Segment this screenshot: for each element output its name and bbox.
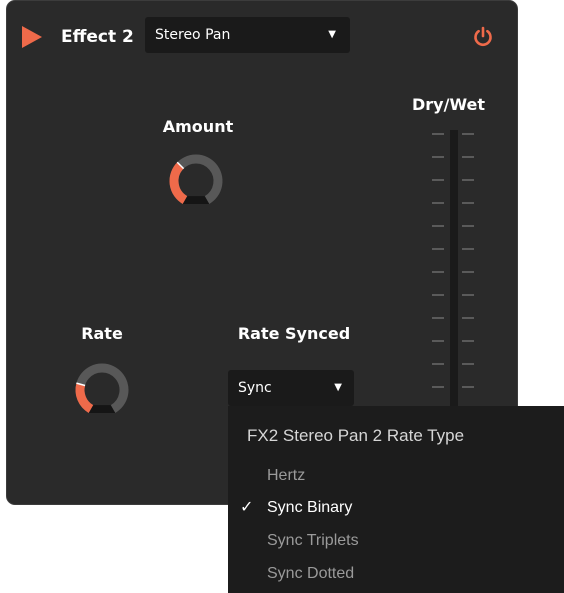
rate-type-value: Sync <box>238 380 272 396</box>
checkmark-icon: ✓ <box>240 499 254 516</box>
effect-type-value: Stereo Pan <box>155 27 231 43</box>
effect-type-select[interactable]: Stereo Pan ▼ <box>145 17 350 53</box>
menu-item-label: Sync Dotted <box>267 565 355 582</box>
knob-value-arc <box>75 383 94 413</box>
rate-synced-label: Rate Synced <box>237 324 351 343</box>
menu-item-sync-triplets[interactable]: Sync Triplets <box>228 526 564 556</box>
dry-wet-track <box>450 130 458 414</box>
menu-item-sync-binary[interactable]: ✓ Sync Binary <box>228 493 564 523</box>
amount-label: Amount <box>162 117 234 136</box>
menu-item-hertz[interactable]: Hertz <box>228 461 564 491</box>
rate-label: Rate <box>81 324 123 343</box>
rate-type-select[interactable]: Sync ▼ <box>228 370 354 406</box>
dropdown-title: FX2 Stereo Pan 2 Rate Type <box>247 426 465 445</box>
dry-wet-label: Dry/Wet <box>412 95 486 114</box>
rate-knob[interactable] <box>70 358 134 422</box>
menu-item-label: Hertz <box>267 467 306 484</box>
play-triangle-icon[interactable] <box>22 26 42 48</box>
dry-wet-slider[interactable] <box>424 124 484 414</box>
menu-item-sync-dotted[interactable]: Sync Dotted <box>228 559 564 589</box>
effect-title: Effect 2 <box>61 27 134 47</box>
chevron-down-icon: ▼ <box>328 29 336 40</box>
chevron-down-icon: ▼ <box>334 382 342 393</box>
rate-type-dropdown-menu: FX2 Stereo Pan 2 Rate Type Hertz ✓ Sync … <box>228 406 564 593</box>
knob-value-arc <box>169 162 188 204</box>
menu-item-label: Sync Binary <box>267 499 353 516</box>
amount-knob[interactable] <box>164 149 228 213</box>
menu-item-label: Sync Triplets <box>267 532 359 549</box>
power-icon[interactable] <box>472 26 494 48</box>
